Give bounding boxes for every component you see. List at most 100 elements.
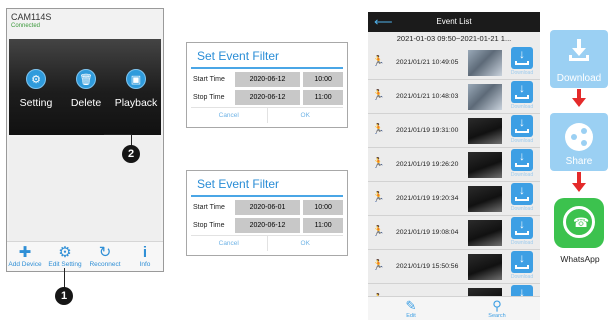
- ok-button[interactable]: OK: [268, 236, 344, 251]
- motion-person-icon: 🏃: [372, 158, 385, 169]
- event-datetime: 2021/01/21 10:49:05: [396, 59, 459, 66]
- title-divider: [191, 67, 343, 69]
- stop-time-field[interactable]: 11:00: [303, 217, 343, 233]
- event-row[interactable]: 🏃 2021/01/19 19:20:34 ↓ Download: [368, 182, 540, 216]
- ok-button[interactable]: OK: [268, 108, 344, 123]
- callout-2: 2: [122, 145, 140, 163]
- event-datetime: 2021/01/19 19:08:04: [396, 229, 459, 236]
- camera-status: Connected: [11, 23, 41, 29]
- event-thumbnail[interactable]: [468, 186, 502, 212]
- start-time-label: Start Time: [193, 203, 225, 211]
- add-device-label: Add Device: [8, 261, 42, 268]
- bottom-toolbar: ✚ Add Device ⚙ Edit Setting ↻ Reconnect …: [7, 241, 163, 271]
- info-label: Info: [139, 261, 151, 268]
- playback-label: Playback: [114, 97, 158, 109]
- search-label: Search: [488, 313, 506, 319]
- title-divider: [191, 195, 343, 197]
- reconnect-label: Reconnect: [89, 261, 121, 268]
- download-step-label: Download: [556, 73, 602, 84]
- download-label: Download: [510, 240, 534, 246]
- start-date-field[interactable]: 2020-06-01: [234, 199, 301, 215]
- download-icon: ↓: [511, 47, 533, 69]
- download-button[interactable]: ↓Download: [508, 251, 536, 280]
- cancel-button[interactable]: Cancel: [191, 236, 268, 251]
- setting-label: Setting: [19, 97, 53, 109]
- stop-time-row: Stop Time 2020-06-12 11:00: [191, 217, 343, 233]
- download-button[interactable]: ↓Download: [508, 183, 536, 212]
- event-row[interactable]: 🏃 2021/01/19 19:31:00 ↓ Download: [368, 114, 540, 148]
- share-step: Share: [550, 113, 608, 171]
- calendar-icon: ▣: [126, 69, 146, 89]
- trash-icon: 🗑: [76, 69, 96, 89]
- download-icon: ↓: [511, 115, 533, 137]
- stop-time-row: Stop Time 2020-06-12 11:00: [191, 89, 343, 105]
- start-date-field[interactable]: 2020-06-12: [234, 71, 301, 87]
- motion-person-icon: 🏃: [372, 226, 385, 237]
- download-button[interactable]: ↓Download: [508, 115, 536, 144]
- event-thumbnail[interactable]: [468, 118, 502, 144]
- event-row[interactable]: 🏃 2021/01/19 15:50:56 ↓ Download: [368, 250, 540, 284]
- start-time-label: Start Time: [193, 75, 225, 83]
- event-datetime: 2021/01/19 19:26:20: [396, 161, 459, 168]
- edit-setting-button[interactable]: ⚙ Edit Setting: [45, 244, 85, 268]
- reconnect-button[interactable]: ↻ Reconnect: [85, 244, 125, 268]
- callout-1-line: [64, 268, 65, 288]
- event-thumbnail[interactable]: [468, 50, 502, 76]
- event-row[interactable]: 🏃 2021/01/19 19:08:04 ↓ Download: [368, 216, 540, 250]
- download-button[interactable]: ↓Download: [508, 149, 536, 178]
- event-thumbnail[interactable]: [468, 220, 502, 246]
- gear-icon: ⚙: [26, 69, 46, 89]
- download-icon: ↓: [511, 81, 533, 103]
- download-label: Download: [510, 172, 534, 178]
- camera-header[interactable]: CAM114S Connected: [7, 9, 163, 37]
- share-icon: [565, 123, 593, 151]
- dialog-title: Set Event Filter: [197, 49, 280, 63]
- event-rows: 🏃 2021/01/21 10:49:05 ↓ Download 🏃 2021/01/21…: [368, 46, 540, 318]
- whatsapp-icon[interactable]: ☎: [554, 198, 604, 248]
- camera-list-screen: CAM114S Connected ⚙ Setting 🗑 Delete ▣ P…: [6, 8, 164, 272]
- motion-person-icon: 🏃: [372, 90, 385, 101]
- event-thumbnail[interactable]: [468, 254, 502, 280]
- stop-date-field[interactable]: 2020-06-12: [234, 217, 301, 233]
- start-time-field[interactable]: 10:00: [303, 71, 343, 87]
- download-button[interactable]: ↓Download: [508, 47, 536, 76]
- info-button[interactable]: i Info: [125, 244, 165, 268]
- setting-action[interactable]: ⚙ Setting: [11, 69, 61, 111]
- event-row[interactable]: 🏃 2021/01/19 19:26:20 ↓ Download: [368, 148, 540, 182]
- download-button[interactable]: ↓Download: [508, 81, 536, 110]
- motion-person-icon: 🏃: [372, 56, 385, 67]
- download-button[interactable]: ↓Download: [508, 217, 536, 246]
- stop-time-label: Stop Time: [193, 93, 225, 101]
- download-label: Download: [510, 104, 534, 110]
- dialog-title: Set Event Filter: [197, 177, 280, 191]
- event-thumbnail[interactable]: [468, 152, 502, 178]
- download-icon: ↓: [511, 183, 533, 205]
- stop-time-field[interactable]: 11:00: [303, 89, 343, 105]
- camera-name: CAM114S: [11, 12, 52, 22]
- stop-time-label: Stop Time: [193, 221, 225, 229]
- refresh-icon: ↻: [98, 244, 112, 261]
- edit-setting-label: Edit Setting: [48, 261, 82, 268]
- whatsapp-label: WhatsApp: [560, 254, 600, 264]
- callout-2-line-h: [104, 134, 132, 135]
- delete-action[interactable]: 🗑 Delete: [61, 69, 111, 111]
- event-datetime: 2021/01/19 19:20:34: [396, 195, 459, 202]
- search-button[interactable]: ⚲ Search: [482, 299, 512, 320]
- event-row[interactable]: 🏃 2021/01/21 10:49:05 ↓ Download: [368, 46, 540, 80]
- event-thumbnail[interactable]: [468, 84, 502, 110]
- event-list-title: Event List: [436, 17, 472, 26]
- playback-action[interactable]: ▣ Playback: [111, 69, 161, 111]
- motion-person-icon: 🏃: [372, 260, 385, 271]
- stop-date-field[interactable]: 2020-06-12: [234, 89, 301, 105]
- event-list-toolbar: ✎ Edit ⚲ Search: [368, 296, 540, 320]
- edit-button[interactable]: ✎ Edit: [396, 298, 426, 320]
- event-datetime: 2021/01/19 15:50:56: [396, 263, 459, 270]
- download-icon: ↓: [511, 251, 533, 273]
- start-time-field[interactable]: 10:00: [303, 199, 343, 215]
- download-icon: ↓: [511, 149, 533, 171]
- event-row[interactable]: 🏃 2021/01/21 10:48:03 ↓ Download: [368, 80, 540, 114]
- cancel-button[interactable]: Cancel: [191, 108, 268, 123]
- edit-icon: ✎: [405, 298, 417, 313]
- add-device-button[interactable]: ✚ Add Device: [5, 244, 45, 268]
- event-datetime: 2021/01/19 19:31:00: [396, 127, 459, 134]
